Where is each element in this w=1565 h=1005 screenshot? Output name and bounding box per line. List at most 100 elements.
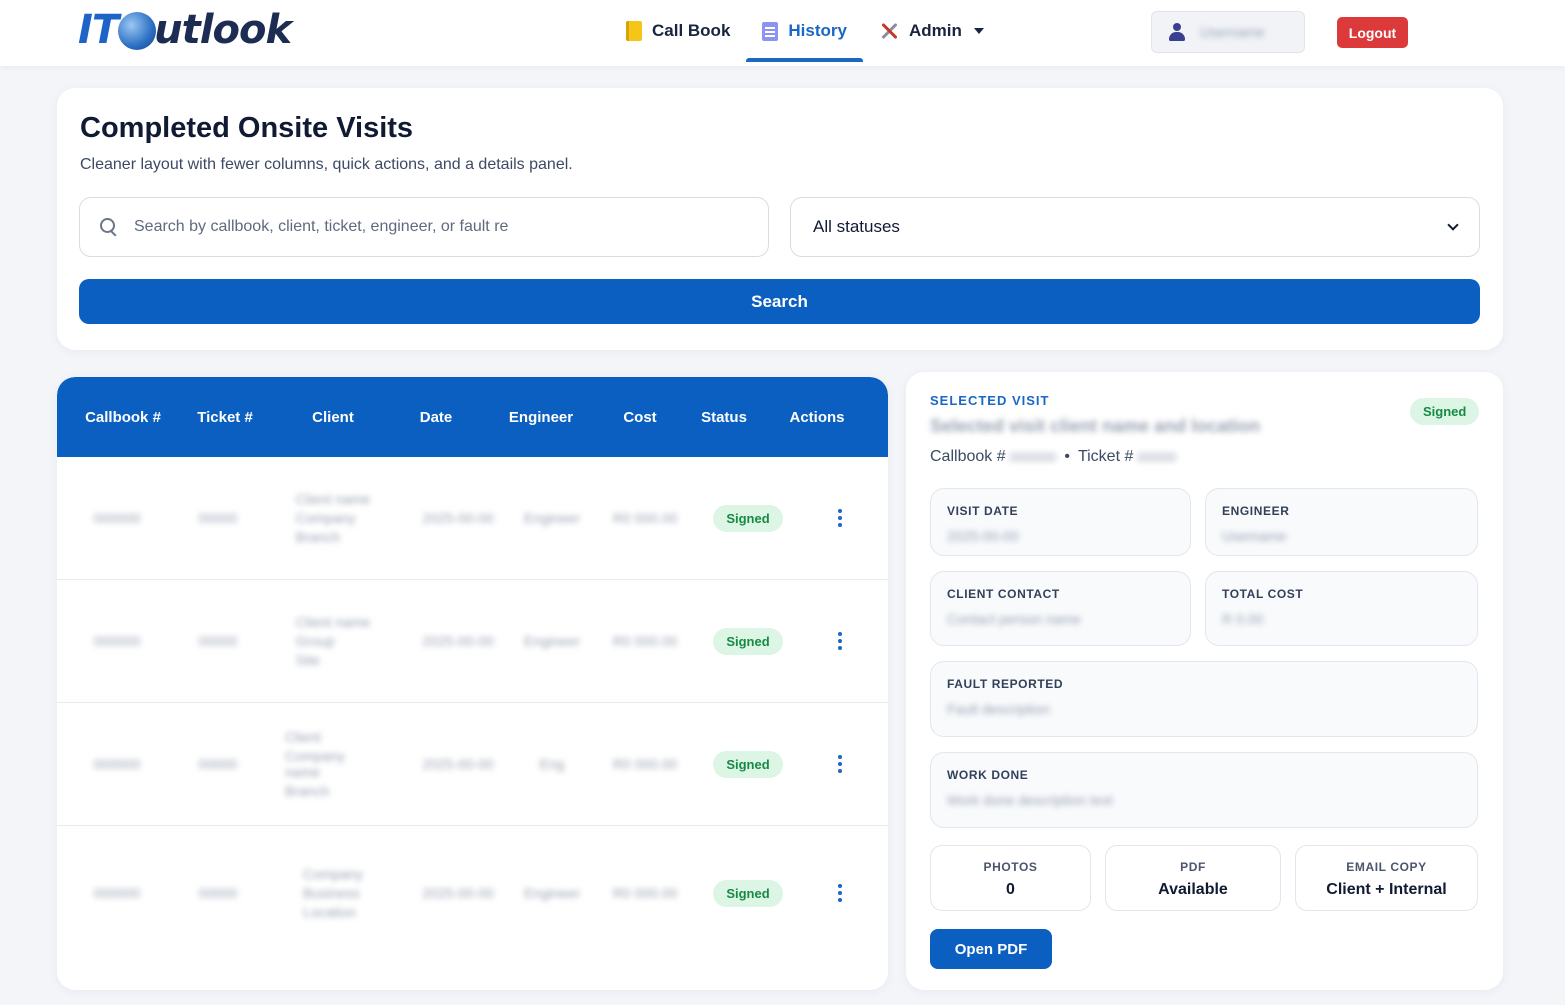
table-row[interactable]: 000000 00000 Client Company name Branch … [57,703,888,826]
cell-ticket: 00000 [198,756,238,772]
fault-reported-value: Fault description [947,701,1050,717]
status-filter-select[interactable]: All statuses [790,197,1480,257]
cell-client-line: Client name [295,491,371,507]
selected-visit-refs: Callbook # 000000 • Ticket # 00000 [930,448,1177,465]
pdf-status: Available [1158,881,1228,898]
tools-icon [879,21,899,41]
cell-cost: R0 000.00 [612,756,678,772]
status-badge: Signed [713,504,783,532]
row-actions-menu-icon[interactable] [830,882,850,904]
cell-engineer: Engineer [523,510,581,526]
col-ticket[interactable]: Ticket # [185,377,265,457]
cell-ticket: 00000 [198,510,238,526]
cell-client-line: Group [295,633,335,649]
cell-callbook: 000000 [93,756,141,772]
selected-ticket-number: 00000 [1137,449,1177,465]
status-filter-value: All statuses [813,217,900,236]
table-row[interactable]: 000000 00000 Company Business Location 2… [57,826,888,960]
selected-callbook-number: 000000 [1009,449,1057,465]
col-engineer[interactable]: Engineer [497,377,585,457]
photos-stat: PHOTOS 0 [930,845,1091,911]
work-done-value: Work done description text [947,792,1113,808]
total-cost-field: TOTAL COST R 0.00 [1205,571,1478,646]
cell-date: 2025-00-00 [422,885,494,901]
cell-callbook: 000000 [93,885,141,901]
user-icon [1168,23,1186,41]
visit-date-value: 2025-00-00 [947,528,1019,544]
fault-reported-field: FAULT REPORTED Fault description [930,661,1478,737]
cell-date: 2025-00-00 [422,756,494,772]
col-status[interactable]: Status [691,377,757,457]
search-input[interactable] [134,218,754,236]
col-callbook[interactable]: Callbook # [77,377,169,457]
pdf-stat: PDF Available [1105,845,1281,911]
it-outlook-logo[interactable]: IT utlook [78,7,292,53]
cell-cost: R0 000.00 [612,633,678,649]
email-copy-stat: EMAIL COPY Client + Internal [1295,845,1478,911]
work-done-field: WORK DONE Work done description text [930,752,1478,828]
cell-client-line: Client name [295,614,371,630]
selected-visit-label: SELECTED VISIT [930,393,1050,408]
user-menu[interactable]: Username [1151,11,1305,53]
cell-client-line: Location [303,904,356,920]
col-cost[interactable]: Cost [603,377,677,457]
client-contact-value: Contact person name [947,611,1081,627]
search-panel: Completed Onsite Visits Cleaner layout w… [57,88,1503,350]
status-badge: Signed [713,879,783,907]
notebook-icon [626,21,642,41]
total-cost-value: R 0.00 [1222,611,1264,627]
cell-client-line: Branch [295,529,340,545]
row-actions-menu-icon[interactable] [830,507,850,529]
cell-client-line: Company name [285,748,345,780]
history-notepad-icon [762,21,779,41]
cell-date: 2025-00-00 [422,633,494,649]
status-badge: Signed [713,627,783,655]
engineer-field: ENGINEER Username [1205,488,1478,556]
page-title: Completed Onsite Visits [80,112,414,144]
cell-client-line: Company [303,866,363,882]
visit-details-panel: SELECTED VISIT Selected visit client nam… [906,372,1503,990]
nav-admin-dropdown[interactable]: Admin [863,0,1000,62]
cell-ticket: 00000 [198,885,238,901]
cell-cost: R0 000.00 [612,510,678,526]
cell-client-line: Branch [285,783,330,799]
cell-cost: R0 000.00 [612,885,678,901]
logout-button[interactable]: Logout [1337,17,1408,48]
top-navbar: IT utlook Call Book History Admin Userna… [0,0,1565,66]
page-subtitle: Cleaner layout with fewer columns, quick… [80,156,573,173]
col-client[interactable]: Client [285,377,381,457]
table-row[interactable]: 000000 00000 Client name Company Branch … [57,457,888,580]
client-contact-field: CLIENT CONTACT Contact person name [930,571,1191,646]
cell-client-line: Site [295,652,320,668]
nav-call-book[interactable]: Call Book [610,0,746,62]
nav-history[interactable]: History [746,0,863,62]
email-copy-value: Client + Internal [1326,881,1447,898]
open-pdf-button[interactable]: Open PDF [930,929,1052,969]
visit-date-field: VISIT DATE 2025-00-00 [930,488,1191,556]
visits-table: Callbook # Ticket # Client Date Engineer… [57,377,888,990]
cell-client-line: Client [285,729,321,745]
cell-engineer: Eng [539,756,565,772]
col-date[interactable]: Date [397,377,475,457]
table-row[interactable]: 000000 00000 Client name Group Site 2025… [57,580,888,703]
table-header: Callbook # Ticket # Client Date Engineer… [57,377,888,457]
status-badge: Signed [713,750,783,778]
row-actions-menu-icon[interactable] [830,753,850,775]
user-name: Username [1200,24,1265,40]
globe-icon [118,12,157,50]
search-icon [100,218,118,236]
caret-down-icon [973,28,984,34]
row-actions-menu-icon[interactable] [830,630,850,652]
cell-date: 2025-00-00 [422,510,494,526]
cell-engineer: Engineer [523,633,581,649]
cell-callbook: 000000 [93,510,141,526]
col-actions[interactable]: Actions [779,377,855,457]
selected-status-badge: Signed [1410,398,1480,425]
engineer-value: Username [1222,528,1287,544]
main-nav: Call Book History Admin [610,0,1000,62]
cell-engineer: Engineer [523,885,581,901]
photos-count: 0 [1006,881,1015,898]
selected-visit-name: Selected visit client name and location [930,416,1261,436]
search-field[interactable] [79,197,769,257]
search-button[interactable]: Search [79,279,1480,324]
